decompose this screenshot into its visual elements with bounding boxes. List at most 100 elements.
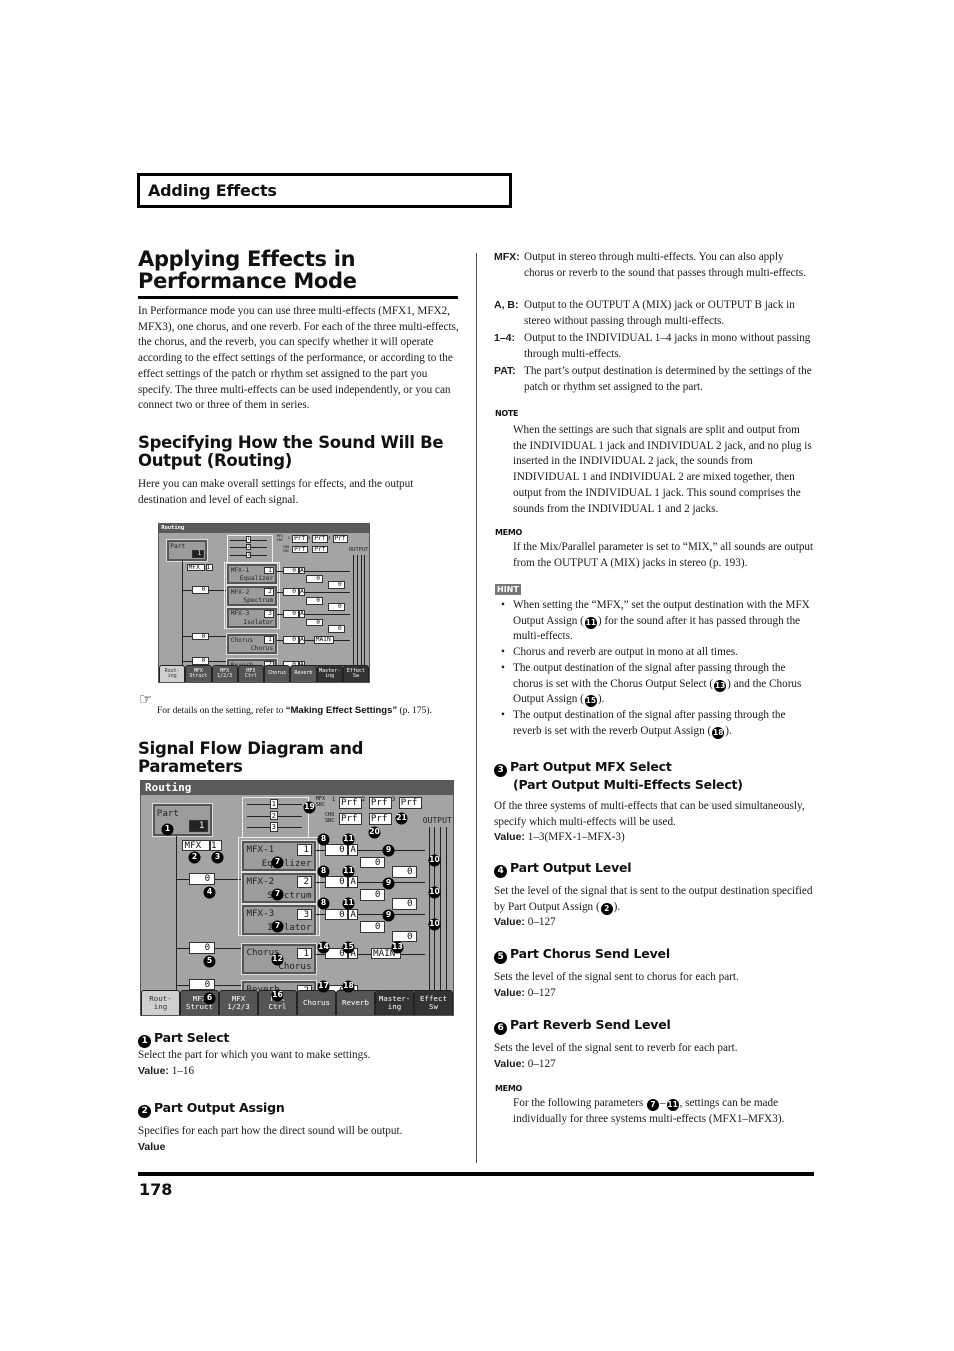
hint-item: The output destination of the signal aft… — [501, 661, 815, 708]
fx-chorus-send[interactable]: 0 — [359, 921, 385, 933]
callout-4-icon: 4 — [203, 886, 216, 899]
slot-1[interactable]: 1 — [245, 536, 252, 543]
callout-2-icon: 2 — [138, 1105, 151, 1118]
param-value: 0–127 — [524, 916, 556, 929]
callout-4-icon: 4 — [494, 865, 507, 878]
fx-name: MFX-1 — [246, 843, 275, 855]
fx-number[interactable]: 1 — [297, 947, 313, 960]
chorus-output-select[interactable]: MAIN — [314, 636, 335, 645]
def-key: 1–4: — [494, 332, 516, 344]
part-chorus-send[interactable]: 0 — [191, 632, 209, 641]
tab-chorus[interactable]: Chorus — [297, 989, 336, 1015]
fx-chorus-send[interactable]: 0 — [359, 889, 385, 901]
fx-level[interactable]: 0 — [283, 566, 299, 575]
fx-reverb-send[interactable]: 0 — [327, 581, 345, 590]
slot-2[interactable]: 2 — [269, 810, 278, 821]
fx-chorus-send[interactable]: 0 — [306, 596, 324, 605]
fx-level[interactable]: 0 — [325, 876, 348, 888]
slot-1[interactable]: 1 — [269, 799, 278, 809]
fx-reverb-send[interactable]: 0 — [391, 866, 417, 878]
fx-reverb-send[interactable]: 0 — [391, 898, 417, 910]
tab-mastering[interactable]: Master- ing — [316, 664, 343, 682]
tab-effectsw[interactable]: Effect Sw — [414, 989, 453, 1015]
cho-src-value[interactable]: Prf — [338, 813, 362, 825]
rev-src-value[interactable]: Prf — [312, 545, 328, 554]
mfx-src-2[interactable]: Prf — [368, 797, 392, 809]
fx-reverb-send[interactable]: 0 — [391, 930, 417, 942]
fx-assign[interactable]: A — [348, 876, 359, 888]
fx-level[interactable]: 0 — [283, 588, 299, 597]
tab-routing[interactable]: Rout- ing — [141, 989, 180, 1015]
fx-chorus-send[interactable]: 0 — [306, 575, 324, 583]
mfx-src-num: 1 — [287, 534, 290, 540]
callout-5-icon: 5 — [494, 951, 507, 964]
slot-3[interactable]: 3 — [245, 551, 252, 559]
fx-reverb-send[interactable]: 0 — [327, 603, 345, 611]
part-chorus-send[interactable]: 0 — [189, 942, 215, 954]
param-part-select: 1 Part Select Select the part for which y… — [138, 1030, 468, 1079]
callout-21-icon: 21 — [395, 812, 408, 825]
slot-2[interactable]: 2 — [245, 544, 252, 551]
fx-chorus-send[interactable]: 0 — [306, 618, 324, 627]
mfx-src-1[interactable]: Prf — [292, 534, 308, 543]
fx-reverb-send[interactable]: 0 — [327, 624, 345, 633]
reference-link[interactable]: “Making Effect Settings” — [286, 705, 397, 716]
tab-effectsw[interactable]: Effect Sw — [342, 664, 369, 682]
cho-src-value[interactable]: Prf — [292, 545, 308, 554]
section-header-label: Adding Effects — [148, 181, 277, 200]
tab-routing[interactable]: Rout- ing — [159, 664, 186, 682]
def-ab: A, B: Output to the OUTPUT A (MIX) jack … — [494, 298, 816, 329]
fx-number[interactable]: 3 — [264, 610, 275, 618]
tab-chorus[interactable]: Chorus — [264, 664, 291, 682]
fx-number[interactable]: 1 — [297, 844, 313, 856]
param-title: Part Output Level — [510, 860, 632, 875]
part-mfx-value[interactable]: 1 — [205, 563, 214, 572]
output-label: OUTPUT — [422, 815, 452, 825]
fx-number[interactable]: 2 — [264, 588, 275, 597]
fx-level[interactable]: 0 — [283, 636, 299, 645]
fx-number[interactable]: 2 — [297, 876, 313, 888]
fx-level[interactable]: 0 — [283, 610, 299, 618]
tab-reverb[interactable]: Reverb — [290, 664, 317, 682]
fx-number[interactable]: 1 — [264, 636, 275, 645]
fx-assign[interactable]: A — [298, 610, 306, 618]
hint-item: The output destination of the signal aft… — [501, 708, 815, 739]
part-output-level[interactable]: 0 — [191, 586, 209, 594]
fx-type: Equalizer — [261, 857, 312, 869]
tab-mfxstruct[interactable]: MFX Struct — [185, 664, 212, 682]
mfx-src-3[interactable]: Prf — [332, 534, 349, 543]
fx-assign[interactable]: A — [298, 588, 306, 597]
fx-assign[interactable]: A — [348, 908, 359, 921]
fx-assign[interactable]: A — [298, 636, 306, 645]
fx-assign[interactable]: A — [298, 566, 306, 575]
fx-level[interactable]: 0 — [325, 844, 348, 856]
def-key: MFX: — [494, 251, 520, 263]
fx-level[interactable]: 0 — [325, 908, 348, 921]
def-text: Output to the OUTPUT A (MIX) jack or OUT… — [524, 299, 795, 327]
mfx-src-2[interactable]: Prf — [312, 534, 328, 543]
hint-list: When setting the “MFX,” set the output d… — [501, 598, 815, 739]
part-value[interactable]: 1 — [189, 820, 208, 832]
fx-number[interactable]: 1 — [264, 566, 275, 575]
part-output-level[interactable]: 0 — [189, 873, 215, 885]
rev-src-value[interactable]: Prf — [368, 813, 392, 825]
slot-3[interactable]: 3 — [269, 822, 278, 832]
fx-name: MFX-3 — [230, 610, 250, 618]
memo-icon: MEMO — [495, 528, 522, 537]
part-reverb-send[interactable]: 0 — [191, 657, 209, 666]
fx-number[interactable]: 3 — [297, 908, 313, 921]
mfx-src-3[interactable]: Prf — [398, 797, 422, 809]
fx-chorus-send[interactable]: 0 — [359, 856, 385, 869]
tab-mfxctrl[interactable]: MFX Ctrl — [237, 664, 264, 682]
callout-11-icon: 11 — [666, 1099, 679, 1111]
part-value[interactable]: 1 — [191, 550, 204, 559]
tab-reverb[interactable]: Reverb — [336, 989, 375, 1015]
part-reverb-send[interactable]: 0 — [189, 978, 215, 991]
mfx-src-1[interactable]: Prf — [338, 797, 362, 809]
fx-assign[interactable]: A — [348, 844, 359, 856]
tab-mfx123[interactable]: MFX 1/2/3 — [211, 664, 238, 682]
tab-mastering[interactable]: Master- ing — [375, 989, 414, 1015]
tab-mfx123[interactable]: MFX 1/2/3 — [219, 989, 258, 1015]
param-value: 1–16 — [168, 1064, 195, 1077]
part-mfx-value[interactable]: 1 — [210, 839, 222, 852]
